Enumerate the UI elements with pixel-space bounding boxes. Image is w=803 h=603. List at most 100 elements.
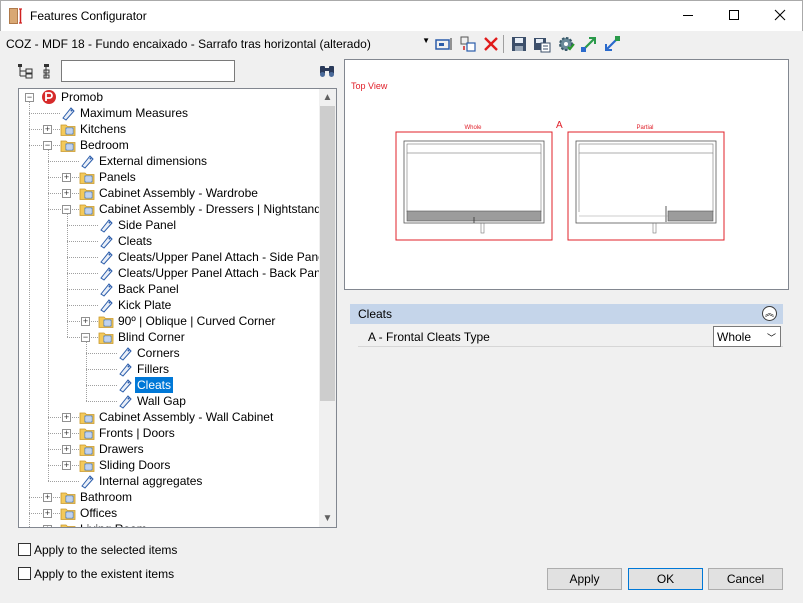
configuration-combo[interactable]: COZ - MDF 18 - Fundo encaixado - Sarrafo… xyxy=(4,35,432,53)
save-as-button[interactable] xyxy=(532,34,552,54)
tree-node[interactable]: + Offices xyxy=(19,505,319,521)
duplicate-button[interactable] xyxy=(458,34,478,54)
expand-icon[interactable]: + xyxy=(62,461,71,470)
tree-node-label: Kitchens xyxy=(80,122,127,136)
tree-node[interactable]: Kick Plate xyxy=(19,297,319,313)
tree-node-label: Bedroom xyxy=(80,138,129,152)
tree-vertical-scrollbar[interactable]: ▲ ▼ xyxy=(319,89,336,527)
tree-node-label: Living Room xyxy=(78,521,149,527)
tree-node[interactable]: + Kitchens xyxy=(19,121,319,137)
expand-icon[interactable]: + xyxy=(62,173,71,182)
tree-node-label: Internal aggregates xyxy=(99,474,203,488)
settings-icon xyxy=(559,37,575,51)
scroll-down-icon[interactable]: ▼ xyxy=(319,510,336,527)
minimize-button[interactable] xyxy=(665,1,711,32)
export-button[interactable] xyxy=(579,34,599,54)
tree-node[interactable]: Side Panel xyxy=(19,217,319,233)
feature-tree[interactable]: − Promob Maximum Measures + Kitchens − Bedroom… xyxy=(18,88,337,528)
tree-node[interactable]: − Cabinet Assembly - Dressers | Nightstan… xyxy=(19,201,319,217)
settings-button[interactable] xyxy=(556,34,576,54)
expand-icon[interactable]: + xyxy=(62,413,71,422)
tag-icon xyxy=(100,251,113,265)
tree-node-label: Sliding Doors xyxy=(99,458,171,472)
tree-node[interactable]: Wall Gap xyxy=(19,393,319,409)
tree-node[interactable]: Back Panel xyxy=(19,281,319,297)
close-button[interactable] xyxy=(757,1,803,32)
minimize-icon xyxy=(683,15,693,16)
window-title: Features Configurator xyxy=(30,9,147,23)
expand-icon[interactable]: + xyxy=(43,493,52,502)
tree-node[interactable]: +90º | Oblique | Curved Corner xyxy=(19,313,319,329)
tree-node[interactable]: Cleats xyxy=(19,233,319,249)
folder-icon xyxy=(79,188,95,200)
tree-node-label: Cleats/Upper Panel Attach - Side Panel xyxy=(118,250,319,264)
tree-node[interactable]: + Drawers xyxy=(19,441,319,457)
find-button[interactable] xyxy=(318,62,336,80)
tree-node-label: Promob xyxy=(61,90,104,104)
tree-node[interactable]: + Cabinet Assembly - Wardrobe xyxy=(19,185,319,201)
tree-node-label: Corners xyxy=(137,346,180,360)
tree-node[interactable]: Corners xyxy=(19,345,319,361)
tree-node-label: Cabinet Assembly - Dressers | Nightstand… xyxy=(99,202,319,216)
tree-node[interactable]: + Panels xyxy=(19,169,319,185)
expand-icon[interactable]: + xyxy=(43,509,52,518)
tree-node-label: External dimensions xyxy=(99,154,208,168)
collapse-group-icon[interactable]: ︽ xyxy=(762,306,777,321)
tag-icon xyxy=(81,155,94,169)
tree-node[interactable]: + Living Room xyxy=(19,521,319,527)
scroll-thumb[interactable] xyxy=(320,106,335,401)
tree-node[interactable]: Cleats/Upper Panel Attach - Side Panel xyxy=(19,249,319,265)
apply-button[interactable]: Apply xyxy=(547,568,622,590)
apply-selected-label: Apply to the selected items xyxy=(34,543,178,557)
apply-existent-checkbox[interactable] xyxy=(18,567,31,580)
apply-selected-checkbox[interactable] xyxy=(18,543,31,556)
frontal-cleats-type-select[interactable]: Whole ﹀ xyxy=(713,326,781,347)
tag-icon xyxy=(119,379,132,393)
maximize-button[interactable] xyxy=(711,1,757,32)
import-button[interactable] xyxy=(602,34,622,54)
expand-icon[interactable]: + xyxy=(62,189,71,198)
expand-icon[interactable]: + xyxy=(62,429,71,438)
scroll-up-icon[interactable]: ▲ xyxy=(319,89,336,106)
toolbar-separator xyxy=(503,35,504,53)
cancel-button[interactable]: Cancel xyxy=(708,568,783,590)
select-items-button[interactable] xyxy=(434,34,454,54)
tree-node[interactable]: − Blind Corner xyxy=(19,329,319,345)
collapse-icon[interactable]: − xyxy=(81,333,90,342)
import-icon xyxy=(605,36,620,51)
tree-node[interactable]: + Bathroom xyxy=(19,489,319,505)
app-icon xyxy=(9,8,22,24)
collapse-tree-button[interactable] xyxy=(39,62,57,80)
tag-icon xyxy=(81,475,94,489)
expand-icon[interactable]: + xyxy=(43,525,52,527)
property-group-header[interactable]: Cleats ︽ xyxy=(350,304,783,324)
tree-node[interactable]: + Fronts | Doors xyxy=(19,425,319,441)
collapse-icon[interactable]: − xyxy=(62,205,71,214)
tree-node[interactable]: Cleats/Upper Panel Attach - Back Panel xyxy=(19,265,319,281)
tree-node[interactable]: Cleats xyxy=(19,377,319,393)
tree-node[interactable]: − Promob xyxy=(19,89,319,105)
export-icon xyxy=(581,37,596,52)
tree-node[interactable]: Fillers xyxy=(19,361,319,377)
expand-icon[interactable]: + xyxy=(62,445,71,454)
collapse-icon[interactable]: − xyxy=(43,141,52,150)
tag-icon xyxy=(100,299,113,313)
tree-node[interactable]: Maximum Measures xyxy=(19,105,319,121)
tree-filter-input[interactable] xyxy=(61,60,235,82)
tree-node[interactable]: + Sliding Doors xyxy=(19,457,319,473)
collapse-icon[interactable]: − xyxy=(25,93,34,102)
save-button[interactable] xyxy=(509,34,529,54)
tree-node[interactable]: − Bedroom xyxy=(19,137,319,153)
expand-icon[interactable]: + xyxy=(43,125,52,134)
tree-node[interactable]: Internal aggregates xyxy=(19,473,319,489)
tree-node[interactable]: External dimensions xyxy=(19,153,319,169)
expand-icon[interactable]: + xyxy=(81,317,90,326)
ok-button[interactable]: OK xyxy=(628,568,703,590)
tag-icon xyxy=(100,267,113,281)
delete-icon xyxy=(484,37,498,51)
expand-tree-button[interactable] xyxy=(17,62,35,80)
tree-node[interactable]: + Cabinet Assembly - Wall Cabinet xyxy=(19,409,319,425)
tree-node-label: Maximum Measures xyxy=(80,106,189,120)
tree-node-label: Cleats/Upper Panel Attach - Back Panel xyxy=(118,266,319,280)
delete-button[interactable] xyxy=(481,34,501,54)
